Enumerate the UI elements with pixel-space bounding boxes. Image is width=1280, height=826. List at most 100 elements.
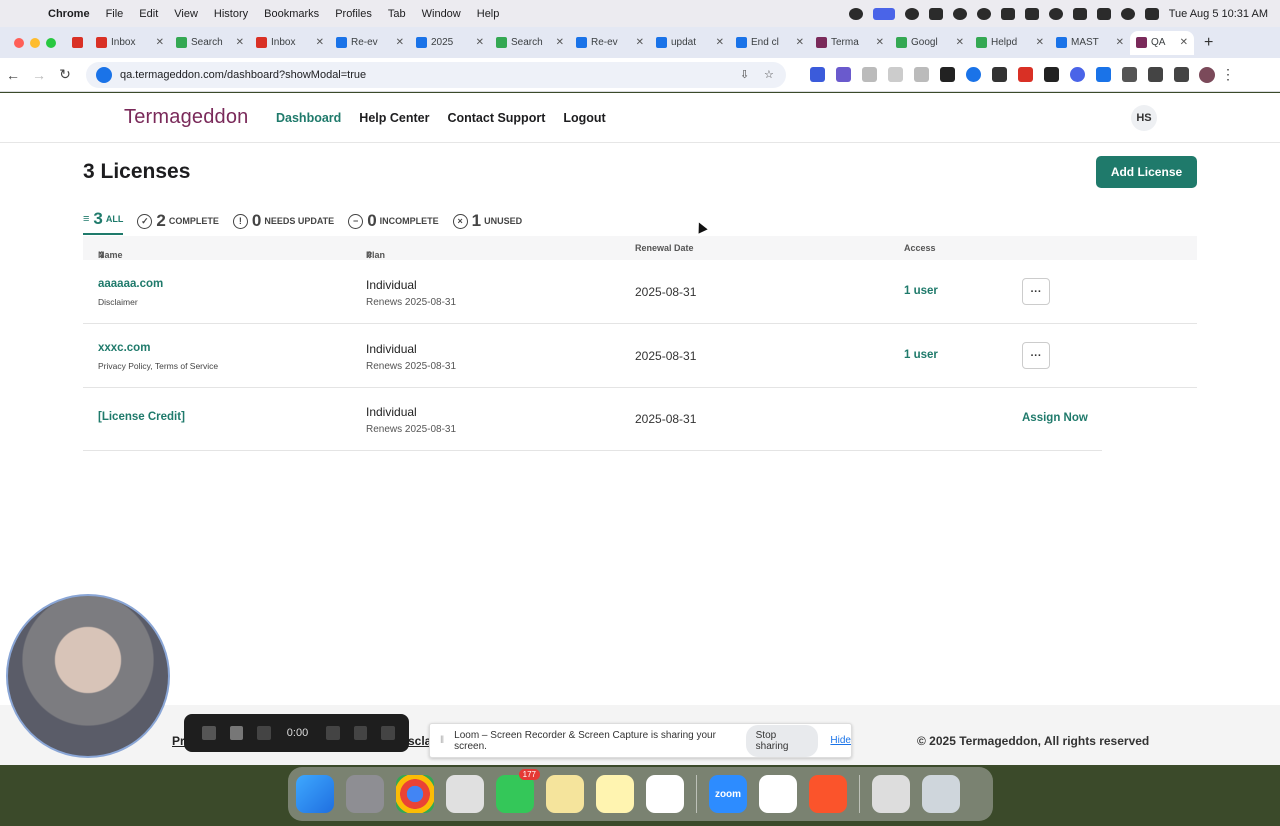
- close-tab-icon[interactable]: ✕: [636, 37, 644, 48]
- notes-icon[interactable]: [596, 775, 634, 813]
- eyedropper-icon[interactable]: [1044, 67, 1059, 82]
- browser-tab[interactable]: updat ✕: [650, 31, 730, 55]
- menu-history[interactable]: History: [206, 8, 256, 20]
- browser-tab[interactable]: End cl ✕: [730, 31, 810, 55]
- menu-profiles[interactable]: Profiles: [327, 8, 380, 20]
- zoom-window-button[interactable]: [46, 37, 56, 48]
- rewind-icon[interactable]: [257, 726, 271, 740]
- hide-sharing-bar-link[interactable]: Hide: [830, 735, 851, 746]
- drag-handle-icon[interactable]: ‖: [440, 735, 444, 746]
- app-status-icon[interactable]: [976, 7, 991, 20]
- puzzle-extensions-icon[interactable]: [1148, 67, 1163, 82]
- menu-bar-clock[interactable]: Tue Aug 5 10:31 AM: [1169, 8, 1268, 20]
- webcam-bubble[interactable]: [6, 594, 170, 758]
- moon-icon[interactable]: [1048, 7, 1063, 20]
- close-tab-icon[interactable]: ✕: [316, 37, 324, 48]
- browser-tab[interactable]: [66, 31, 90, 55]
- more-options-button[interactable]: ···: [1022, 342, 1050, 369]
- close-tab-icon[interactable]: ✕: [1116, 37, 1124, 48]
- footer-privacy-link[interactable]: Pr: [172, 734, 185, 748]
- close-tab-icon[interactable]: ✕: [716, 37, 724, 48]
- forward-icon[interactable]: →: [26, 67, 52, 83]
- menu-tab[interactable]: Tab: [380, 8, 414, 20]
- menu-app-name[interactable]: Chrome: [40, 8, 98, 20]
- more-options-button[interactable]: ···: [1022, 278, 1050, 305]
- address-bar-url[interactable]: qa.termageddon.com/dashboard?showModal=t…: [120, 69, 728, 81]
- control-center-icon[interactable]: [1144, 7, 1159, 20]
- extension-icon[interactable]: [992, 67, 1007, 82]
- assign-now-button[interactable]: Assign Now: [1022, 412, 1088, 424]
- browser-tab[interactable]: QA ✕: [1130, 30, 1194, 55]
- system-settings-icon[interactable]: [346, 775, 384, 813]
- close-tab-icon[interactable]: ✕: [476, 37, 484, 48]
- freeform-icon[interactable]: [646, 775, 684, 813]
- menu-edit[interactable]: Edit: [131, 8, 166, 20]
- menu-bookmarks[interactable]: Bookmarks: [256, 8, 327, 20]
- license-credit-link[interactable]: [License Credit]: [98, 411, 185, 423]
- extension-icon[interactable]: [940, 67, 955, 82]
- slack-icon[interactable]: [759, 775, 797, 813]
- launchpad-icon[interactable]: [446, 775, 484, 813]
- access-users-link[interactable]: 1 user: [904, 349, 938, 361]
- filter-unused[interactable]: × 1 UNUSED: [452, 211, 522, 235]
- browser-tab[interactable]: MAST ✕: [1050, 31, 1130, 55]
- chrome-icon[interactable]: [396, 775, 434, 813]
- filter-all[interactable]: ≡ 3 ALL: [83, 209, 124, 235]
- trash-icon[interactable]: [381, 726, 395, 740]
- close-tab-icon[interactable]: ✕: [1180, 37, 1188, 48]
- site-logo[interactable]: Termageddon: [124, 106, 276, 129]
- zoom-app-icon[interactable]: zoom: [709, 775, 747, 813]
- chrome-menu-icon[interactable]: ⋮: [1215, 66, 1241, 83]
- grammarly-icon[interactable]: [952, 7, 967, 20]
- extension-status-icon[interactable]: [928, 7, 943, 20]
- browser-tab[interactable]: Terma ✕: [810, 31, 890, 55]
- nav-contact-support[interactable]: Contact Support: [447, 111, 545, 125]
- menu-file[interactable]: File: [98, 8, 132, 20]
- stop-sharing-button[interactable]: Stop sharing: [745, 724, 819, 757]
- documents-folder-icon[interactable]: [872, 775, 910, 813]
- battery-icon[interactable]: [1096, 7, 1111, 20]
- browser-tab[interactable]: Search ✕: [170, 31, 250, 55]
- extension-icon[interactable]: [888, 67, 903, 82]
- browser-tab[interactable]: Search ✕: [490, 31, 570, 55]
- nav-help-center[interactable]: Help Center: [359, 111, 429, 125]
- close-tab-icon[interactable]: ✕: [796, 37, 804, 48]
- license-domain-link[interactable]: aaaaaa.com: [98, 278, 163, 290]
- stop-recording-icon[interactable]: [202, 726, 216, 740]
- browser-tab[interactable]: Re-ev ✕: [330, 31, 410, 55]
- address-bar[interactable]: qa.termageddon.com/dashboard?showModal=t…: [86, 61, 786, 88]
- trash-bin-icon[interactable]: [922, 775, 960, 813]
- code-extension-icon[interactable]: [914, 67, 929, 82]
- finder-icon[interactable]: [296, 775, 334, 813]
- microphone-icon[interactable]: [848, 7, 863, 20]
- profile-avatar[interactable]: [1199, 66, 1215, 83]
- nav-dashboard[interactable]: Dashboard: [276, 111, 341, 125]
- extension-icon[interactable]: [1018, 67, 1033, 82]
- zoom-status-icon[interactable]: [904, 7, 919, 20]
- browser-tab[interactable]: Inbox ✕: [90, 31, 170, 55]
- extension-icon[interactable]: [966, 67, 981, 82]
- close-tab-icon[interactable]: ✕: [156, 37, 164, 48]
- menu-view[interactable]: View: [166, 8, 206, 20]
- minimize-window-button[interactable]: [30, 37, 40, 48]
- add-license-button[interactable]: Add License: [1096, 156, 1197, 188]
- menu-help[interactable]: Help: [469, 8, 508, 20]
- footer-disclaimer-link[interactable]: scla: [408, 734, 431, 748]
- user-avatar[interactable]: HS: [1131, 105, 1157, 131]
- messages-icon[interactable]: 177: [496, 769, 540, 813]
- bookmark-star-icon[interactable]: ☆: [764, 69, 776, 81]
- camera-extension-icon[interactable]: [862, 67, 877, 82]
- new-tab-button[interactable]: +: [1194, 34, 1213, 52]
- install-app-icon[interactable]: ⇩: [740, 69, 752, 81]
- wifi-icon[interactable]: [1072, 7, 1087, 20]
- extension-icon[interactable]: [1096, 67, 1111, 82]
- zoom-extension-icon[interactable]: [1070, 67, 1085, 82]
- spotlight-search-icon[interactable]: [1120, 7, 1135, 20]
- nav-logout[interactable]: Logout: [563, 111, 605, 125]
- close-tab-icon[interactable]: ✕: [236, 37, 244, 48]
- reading-list-icon[interactable]: [1174, 67, 1189, 82]
- restart-icon[interactable]: [353, 726, 368, 740]
- brave-browser-icon[interactable]: [809, 775, 847, 813]
- close-tab-icon[interactable]: ✕: [876, 37, 884, 48]
- filter-complete[interactable]: ✓ 2 COMPLETE: [137, 211, 219, 235]
